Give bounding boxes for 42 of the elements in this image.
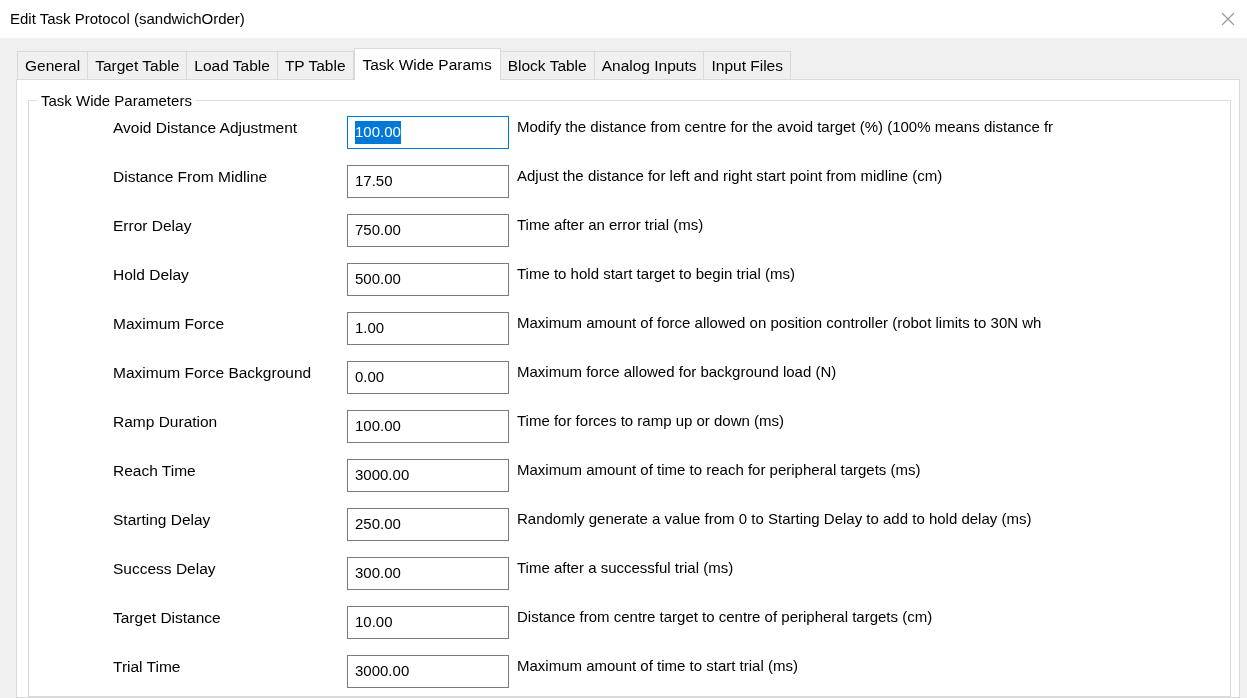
value-field[interactable]: 250.00	[347, 508, 509, 541]
param-description: Maximum force allowed for background load (N)	[517, 362, 837, 382]
param-label: Hold Delay	[113, 265, 190, 285]
param-description: Modify the distance from centre for the avoid target (%) (100% means distance fr	[517, 117, 1054, 137]
value-field[interactable]: 500.00	[347, 263, 509, 296]
param-label: Ramp Duration	[113, 412, 219, 432]
value-field[interactable]: 10.00	[347, 606, 509, 639]
window-title: Edit Task Protocol (sandwichOrder)	[10, 8, 245, 29]
value-field[interactable]: 0.00	[347, 361, 509, 394]
close-icon[interactable]	[1221, 12, 1235, 26]
value-field[interactable]: 100.00	[347, 410, 509, 443]
param-description: Time after a successful trial (ms)	[517, 558, 734, 578]
param-label: Maximum Force Background	[113, 363, 313, 383]
param-description: Adjust the distance for left and right start point from midline (cm)	[517, 166, 943, 186]
value-field[interactable]: 100.00	[347, 116, 509, 149]
param-description: Randomly generate a value from 0 to Starting Delay to add to hold delay (ms)	[517, 509, 1032, 529]
param-label: Starting Delay	[113, 510, 212, 530]
param-label: Success Delay	[113, 559, 217, 579]
tab[interactable]: TP Table	[276, 51, 354, 79]
param-description: Distance from centre target to centre of peripheral targets (cm)	[517, 607, 933, 627]
tab[interactable]: Task Wide Params	[353, 48, 501, 80]
param-label: Maximum Force	[113, 314, 226, 334]
value-field[interactable]: 3000.00	[347, 655, 509, 688]
value-field[interactable]: 750.00	[347, 214, 509, 247]
param-description: Time for forces to ramp up or down (ms)	[517, 411, 785, 431]
param-label: Reach Time	[113, 461, 197, 481]
tab[interactable]: Input Files	[703, 51, 791, 79]
param-label: Error Delay	[113, 216, 193, 236]
param-label: Avoid Distance Adjustment	[113, 118, 299, 138]
param-description: Time to hold start target to begin trial (ms)	[517, 264, 795, 284]
param-description: Time after an error trial (ms)	[517, 215, 704, 235]
value-field[interactable]: 3000.00	[347, 459, 509, 492]
value-field[interactable]: 1.00	[347, 312, 509, 345]
param-label: Trial Time	[113, 657, 182, 677]
param-description: Maximum amount of time to start trial (ms)	[517, 656, 798, 676]
tab[interactable]: General	[17, 51, 89, 79]
param-label: Target Distance	[113, 608, 222, 628]
param-label: Distance From Midline	[113, 167, 269, 187]
value-field[interactable]: 300.00	[347, 557, 509, 590]
value-field[interactable]: 17.50	[347, 165, 509, 198]
param-description: Maximum amount of force allowed on position controller (robot limits to 30N wh	[517, 313, 1042, 333]
param-description: Maximum amount of time to reach for peripheral targets (ms)	[517, 460, 921, 480]
